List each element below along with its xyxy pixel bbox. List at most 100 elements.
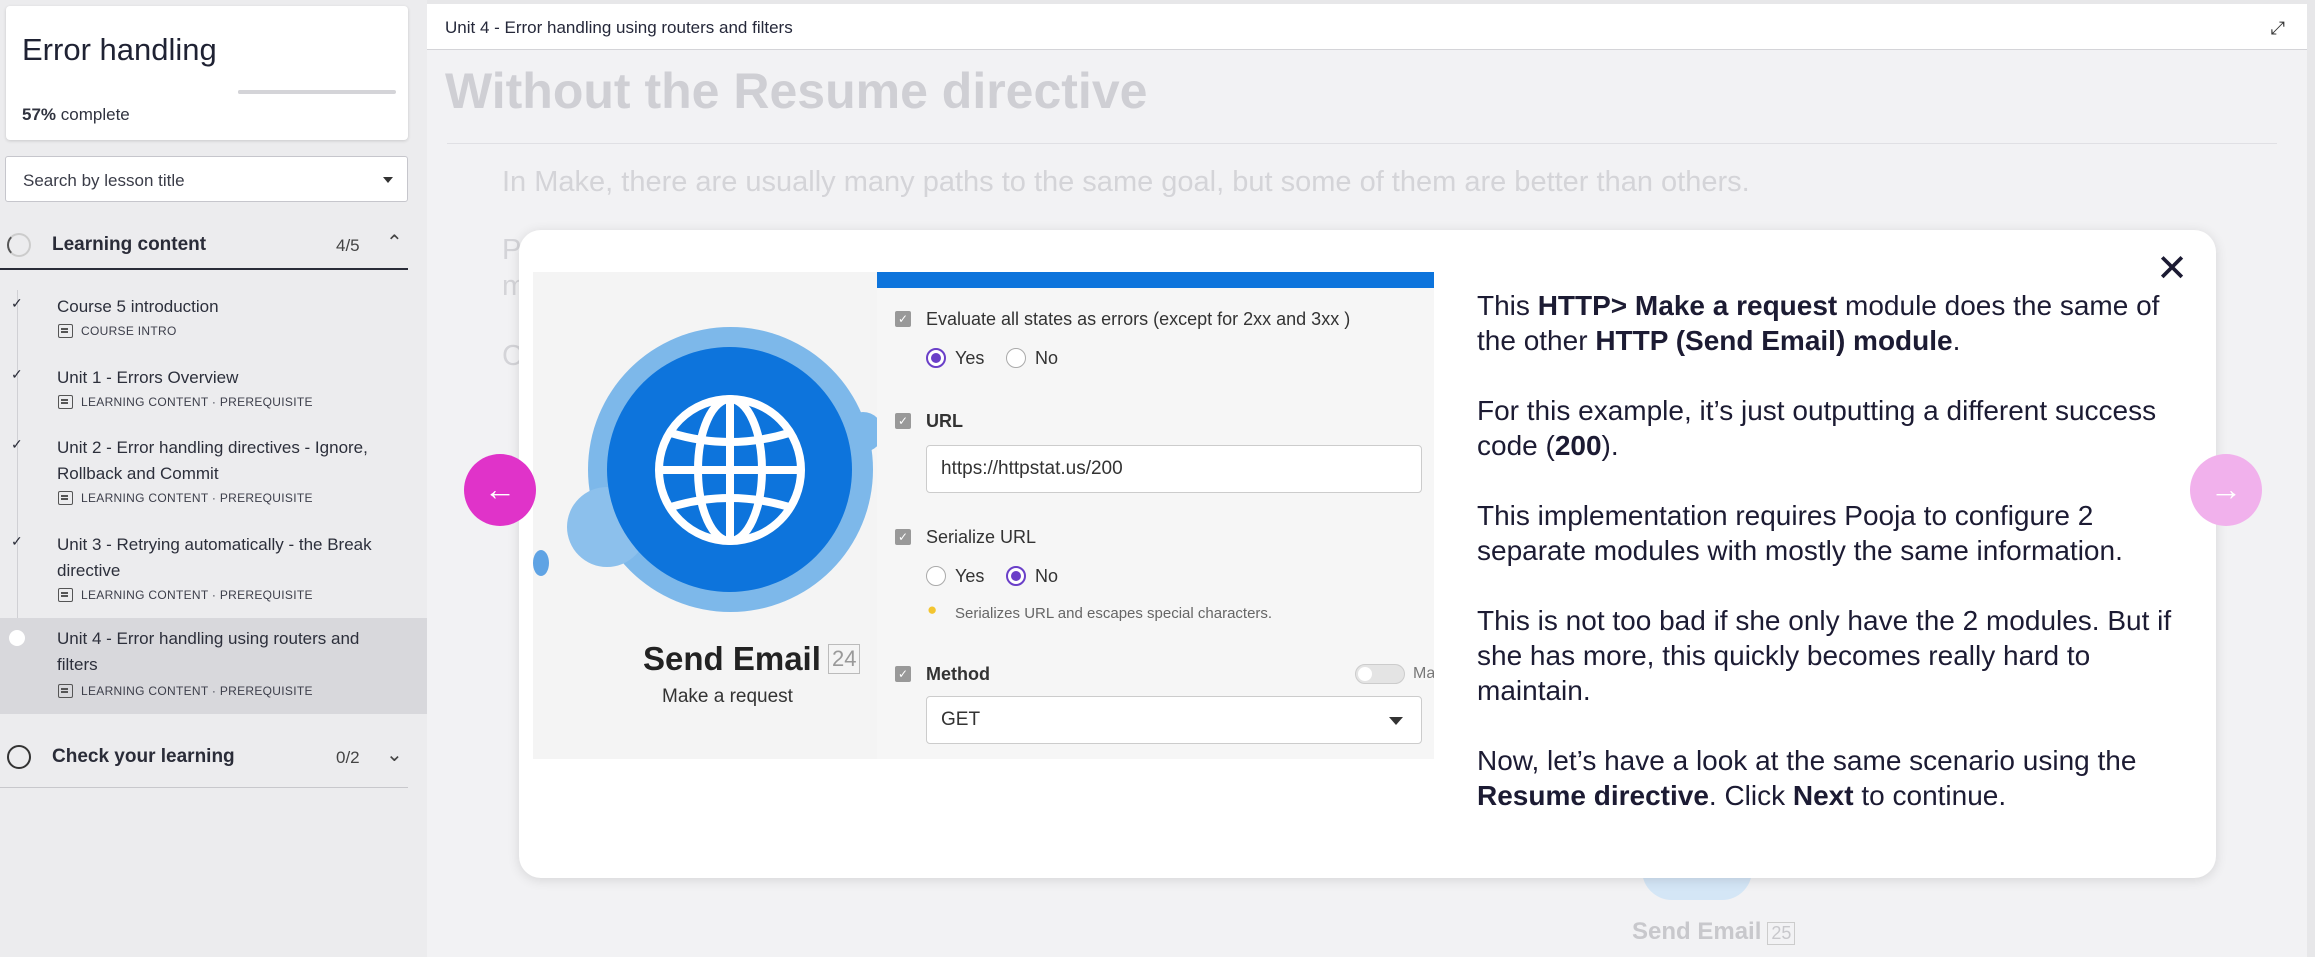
radio-yes xyxy=(926,348,946,368)
next-button[interactable]: → xyxy=(2190,454,2262,526)
section-check-your-learning[interactable]: Check your learning 0/2 ⌄ xyxy=(0,728,408,788)
panel-header-bar xyxy=(877,272,1434,288)
progress-text: 57% complete xyxy=(22,105,130,125)
lesson-item-active[interactable]: Unit 4 - Error handling using routers an… xyxy=(0,618,427,714)
document-icon xyxy=(58,324,73,338)
description-paragraph: This HTTP> Make a request module does th… xyxy=(1477,288,2187,358)
chevron-down-icon: ⌄ xyxy=(386,744,403,766)
previous-button[interactable]: ← xyxy=(464,454,536,526)
module-badge: 24 xyxy=(828,644,861,674)
lesson-search-select[interactable]: Search by lesson title xyxy=(5,156,408,202)
field-label: Evaluate all states as errors (except fo… xyxy=(926,309,1351,329)
lesson-title: Unit 3 - Retrying automatically - the Br… xyxy=(57,535,372,580)
progress-ring-icon xyxy=(7,233,31,257)
lesson-title: Unit 4 - Error handling using routers an… xyxy=(57,629,360,674)
module-subtitle: Make a request xyxy=(662,686,793,707)
lesson-title: Unit 2 - Error handling directives - Ign… xyxy=(57,438,368,483)
sidebar: Error handling 57% complete Search by le… xyxy=(0,0,427,957)
document-icon xyxy=(58,588,73,602)
document-icon xyxy=(58,395,73,409)
lesson-meta-text: COURSE INTRO xyxy=(81,324,177,338)
section-label: Learning content xyxy=(52,234,207,255)
lightbox-modal: ✕ Send Email 24 Make a request ✓ Evaluat… xyxy=(519,230,2216,878)
text-run: ). xyxy=(1601,430,1619,461)
progress-ring-icon xyxy=(7,745,31,769)
bg-module-badge: 25 xyxy=(1767,922,1796,945)
lesson-header-title: Unit 4 - Error handling using routers an… xyxy=(445,18,793,37)
caret-down-icon xyxy=(1389,717,1403,725)
lesson-meta: LEARNING CONTENT · PREREQUISITE xyxy=(58,395,313,409)
chevron-up-icon: ⌃ xyxy=(386,232,403,254)
arrow-left-icon: ← xyxy=(484,471,516,507)
text-bold: HTTP> Make a request xyxy=(1537,290,1838,321)
expand-icon[interactable]: ⤢ xyxy=(2271,18,2285,39)
radio-label: Yes xyxy=(955,566,985,586)
lesson-item[interactable]: ✓ Unit 2 - Error handling directives - I… xyxy=(0,431,427,519)
description-paragraph: Now, let’s have a look at the same scena… xyxy=(1477,743,2187,813)
text-run: to continue. xyxy=(1853,780,2007,811)
field-check-icon: ✓ xyxy=(895,413,911,429)
search-placeholder: Search by lesson title xyxy=(23,171,185,190)
radio-yes xyxy=(926,566,946,586)
description-text: This HTTP> Make a request module does th… xyxy=(1477,288,2187,848)
radio-label: No xyxy=(1035,566,1059,586)
check-icon: ✓ xyxy=(11,295,23,311)
lesson-item[interactable]: ✓ Unit 3 - Retrying automatically - the … xyxy=(0,528,427,616)
lesson-meta: LEARNING CONTENT · PREREQUISITE xyxy=(58,684,313,698)
text-run: . Click xyxy=(1708,780,1793,811)
lesson-item[interactable]: ✓ Unit 1 - Errors Overview LEARNING CONT… xyxy=(0,361,427,421)
map-toggle xyxy=(1355,664,1405,684)
field-check-icon: ✓ xyxy=(895,311,911,327)
current-lesson-dot-icon xyxy=(9,630,25,646)
field-label: Serialize URL xyxy=(926,527,1037,547)
lesson-meta-text: LEARNING CONTENT · PREREQUISITE xyxy=(81,588,313,602)
field-check-icon: ✓ xyxy=(895,666,911,682)
check-icon: ✓ xyxy=(11,436,23,452)
url-field: https://httpstat.us/200 xyxy=(926,445,1422,493)
field-hint: Serializes URL and escapes special chara… xyxy=(955,605,1273,622)
module-bubble xyxy=(533,550,549,576)
check-icon: ✓ xyxy=(11,533,23,549)
lesson-meta-text: LEARNING CONTENT · PREREQUISITE xyxy=(81,491,313,505)
method-value: GET xyxy=(941,709,981,730)
progress-suffix: complete xyxy=(60,105,130,124)
method-select: GET xyxy=(926,696,1422,744)
lesson-title: Unit 1 - Errors Overview xyxy=(57,368,239,387)
module-screenshot: Send Email 24 Make a request ✓ Evaluate … xyxy=(533,272,1434,759)
description-paragraph: This is not too bad if she only have the… xyxy=(1477,605,2172,706)
arrow-right-icon: → xyxy=(2210,471,2242,507)
caret-down-icon xyxy=(383,177,393,183)
text-bold: Next xyxy=(1792,780,1854,811)
bg-module-title: Send Email xyxy=(1632,918,1762,945)
text-bold: 200 xyxy=(1554,430,1602,461)
field-label: URL xyxy=(926,411,963,431)
lesson-header: Unit 4 - Error handling using routers an… xyxy=(427,4,2307,50)
lesson-meta: COURSE INTRO xyxy=(58,324,177,338)
field-check-icon: ✓ xyxy=(895,529,911,545)
lesson-item[interactable]: ✓ Course 5 introduction COURSE INTRO xyxy=(0,290,427,350)
field-label: Method xyxy=(926,664,990,684)
text-run: . xyxy=(1952,325,1961,356)
check-icon: ✓ xyxy=(11,366,23,382)
lesson-meta: LEARNING CONTENT · PREREQUISITE xyxy=(58,491,313,505)
lesson-meta-text: LEARNING CONTENT · PREREQUISITE xyxy=(81,395,313,409)
progress-percent: 57% xyxy=(22,105,57,124)
module-settings-panel: ✓ Evaluate all states as errors (except … xyxy=(877,272,1434,759)
text-bold: Resume directive xyxy=(1477,780,1709,811)
intro-paragraph: In Make, there are usually many paths to… xyxy=(502,166,1750,198)
progress-fill xyxy=(238,90,329,94)
text-run: Now, let’s have a look at the same scena… xyxy=(1477,745,2137,776)
lesson-meta: LEARNING CONTENT · PREREQUISITE xyxy=(58,588,313,602)
module-title: Send Email xyxy=(643,640,821,677)
bg-module-label: Send Email 25 xyxy=(1632,918,1796,946)
lightbulb-icon: ● xyxy=(927,600,938,619)
text-bold: HTTP (Send Email) module xyxy=(1595,325,1953,356)
lesson-meta-text: LEARNING CONTENT · PREREQUISITE xyxy=(81,684,313,698)
close-icon[interactable]: ✕ xyxy=(2156,250,2188,288)
radio-label: Yes xyxy=(955,348,985,368)
divider xyxy=(447,143,2277,144)
section-label: Check your learning xyxy=(52,746,235,767)
section-learning-content[interactable]: Learning content 4/5 ⌃ xyxy=(0,216,408,270)
course-title: Error handling xyxy=(22,32,217,67)
globe-icon xyxy=(655,395,805,545)
